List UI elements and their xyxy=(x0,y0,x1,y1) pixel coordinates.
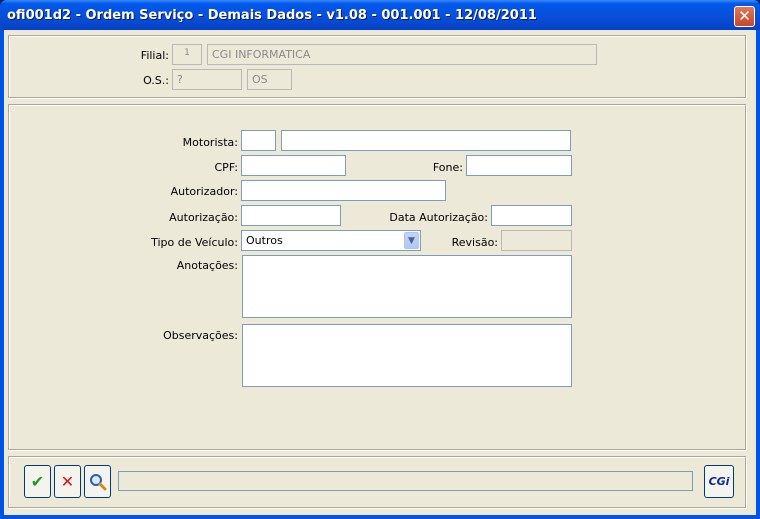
os-number-field: ? xyxy=(172,69,242,90)
confirm-button[interactable]: ✔ xyxy=(24,465,51,498)
fone-label: Fone: xyxy=(432,161,463,174)
revisao-label: Revisão: xyxy=(451,236,498,249)
cgi-logo-button[interactable]: CGi xyxy=(704,465,734,498)
toolbar-panel: ✔ ✕ CGi xyxy=(8,456,746,508)
tipo-veiculo-select[interactable]: Outros ▼ xyxy=(241,230,421,251)
cgi-logo: CGi xyxy=(708,475,730,488)
header-panel: Filial: 1 CGI INFORMATICA O.S.: ? OS xyxy=(8,35,746,98)
motorista-code-input[interactable] xyxy=(241,130,276,151)
window-title: ofi001d2 - Ordem Serviço - Demais Dados … xyxy=(7,8,537,23)
autorizacao-label: Autorização: xyxy=(169,211,238,224)
magnifier-icon xyxy=(89,474,106,491)
cpf-input[interactable] xyxy=(241,155,346,176)
tipo-veiculo-value: Outros xyxy=(246,234,283,247)
motorista-label: Motorista: xyxy=(182,136,238,149)
application-window: ofi001d2 - Ordem Serviço - Demais Dados … xyxy=(0,0,760,519)
cpf-label: CPF: xyxy=(214,161,239,174)
autorizacao-input[interactable] xyxy=(241,205,341,226)
anotacoes-textarea[interactable] xyxy=(242,255,572,318)
filial-code-field: 1 xyxy=(172,44,202,65)
motorista-name-input[interactable] xyxy=(281,130,571,151)
revisao-field xyxy=(501,230,572,251)
autorizador-input[interactable] xyxy=(241,180,446,201)
observacoes-textarea[interactable] xyxy=(242,324,572,387)
data-autorizacao-input[interactable] xyxy=(491,205,572,226)
fone-input[interactable] xyxy=(466,155,572,176)
cancel-button[interactable]: ✕ xyxy=(54,465,81,498)
status-bar xyxy=(118,471,693,491)
client-area: Filial: 1 CGI INFORMATICA O.S.: ? OS Mot… xyxy=(4,30,756,515)
title-bar[interactable]: ofi001d2 - Ordem Serviço - Demais Dados … xyxy=(0,0,760,30)
observacoes-label: Observações: xyxy=(163,329,238,342)
chevron-down-icon[interactable]: ▼ xyxy=(404,232,419,249)
form-panel: Motorista: CPF: Fone: Autorizador: Autor… xyxy=(8,104,746,450)
os-type-field: OS xyxy=(247,69,292,90)
autorizador-label: Autorizador: xyxy=(170,185,238,198)
search-button[interactable] xyxy=(84,465,111,498)
filial-name-field: CGI INFORMATICA xyxy=(207,44,597,65)
data-autorizacao-label: Data Autorização: xyxy=(389,211,488,224)
cancel-icon: ✕ xyxy=(60,472,75,491)
tipo-veiculo-label: Tipo de Veículo: xyxy=(151,236,238,249)
os-label: O.S.: xyxy=(143,74,169,87)
close-button[interactable]: ✕ xyxy=(734,6,755,27)
anotacoes-label: Anotações: xyxy=(176,259,238,272)
filial-label: Filial: xyxy=(140,49,169,62)
checkmark-icon: ✔ xyxy=(30,472,45,491)
